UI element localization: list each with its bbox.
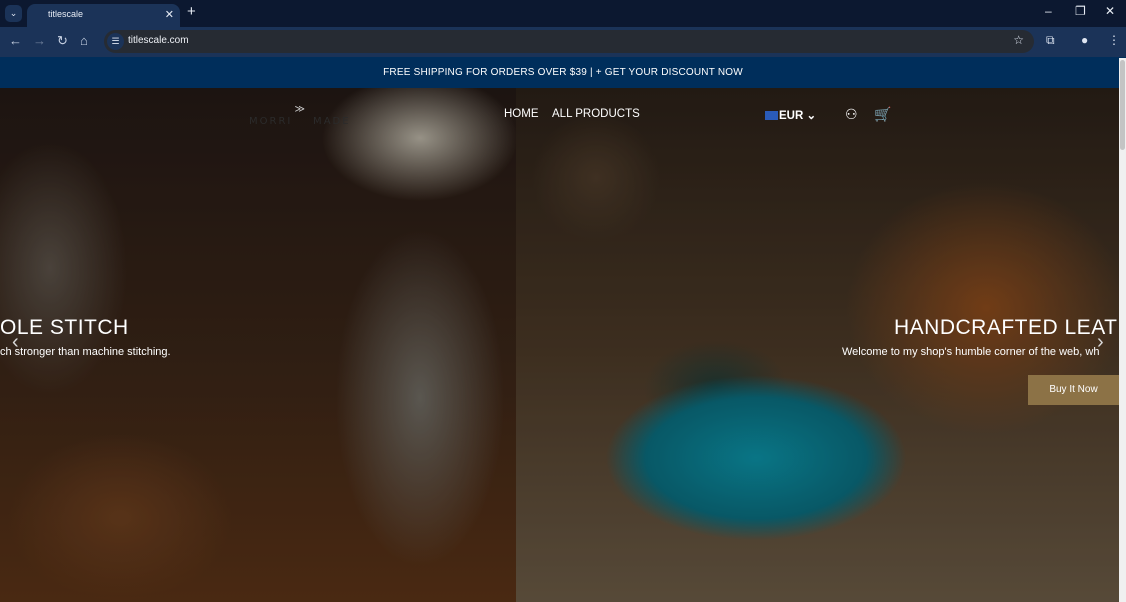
- browser-tab-strip: ⌄ titlescale ✕ + – ❐ ✕: [0, 0, 1126, 27]
- url-text: titlescale.com: [128, 35, 189, 46]
- scrollbar-thumb[interactable]: [1120, 60, 1125, 150]
- new-tab-button[interactable]: +: [187, 3, 196, 20]
- restore-icon[interactable]: ❐: [1075, 4, 1086, 18]
- close-tab-icon[interactable]: ✕: [165, 8, 174, 21]
- tab-search-button[interactable]: ⌄: [5, 5, 22, 22]
- address-bar[interactable]: ☰ titlescale.com ☆: [104, 30, 1034, 53]
- slide-title: OLE STITCH: [0, 316, 129, 339]
- forward-icon[interactable]: →: [33, 33, 46, 48]
- extensions-icon[interactable]: ⧉: [1046, 33, 1055, 48]
- logo[interactable]: ≫ MORRI MADE: [249, 104, 351, 127]
- slide-subtitle: Welcome to my shop's humble corner of th…: [842, 346, 1100, 358]
- account-icon[interactable]: ⚇: [845, 106, 858, 123]
- browser-tab[interactable]: titlescale ✕: [27, 4, 180, 27]
- logo-mark-icon: ≫: [294, 104, 305, 115]
- nav-home[interactable]: HOME: [504, 108, 539, 120]
- menu-icon[interactable]: ⋮: [1108, 33, 1120, 47]
- nav-all-products[interactable]: ALL PRODUCTS: [552, 108, 640, 120]
- home-icon[interactable]: ⌂: [80, 33, 88, 48]
- back-icon[interactable]: ←: [9, 33, 22, 48]
- announcement-bar[interactable]: FREE SHIPPING FOR ORDERS OVER $39 | + GE…: [0, 57, 1126, 88]
- site-info-icon[interactable]: ☰: [107, 33, 124, 50]
- slide-title: HANDCRAFTED LEAT: [894, 316, 1118, 339]
- chevron-down-icon: ⌄: [806, 110, 817, 122]
- tab-title: titlescale: [48, 9, 84, 19]
- page-scrollbar[interactable]: [1119, 58, 1126, 602]
- slide-image-stitching: [0, 88, 516, 602]
- currency-selector[interactable]: EUR ⌄: [765, 108, 816, 122]
- next-slide-icon[interactable]: ›: [1097, 331, 1104, 354]
- minimize-icon[interactable]: –: [1045, 4, 1052, 18]
- eu-flag-icon: [765, 111, 778, 121]
- hero-slider: ≫ MORRI MADE HOME ALL PRODUCTS EUR ⌄ ⚇ 🛒 …: [0, 88, 1119, 602]
- cart-icon[interactable]: 🛒: [874, 106, 891, 123]
- slide-image-leather: [516, 88, 1119, 602]
- profile-icon[interactable]: ●: [1081, 33, 1088, 47]
- close-window-icon[interactable]: ✕: [1105, 4, 1115, 18]
- slide-subtitle: ch stronger than machine stitching.: [0, 346, 171, 358]
- bookmark-star-icon[interactable]: ☆: [1013, 33, 1024, 47]
- prev-slide-icon[interactable]: ‹: [12, 331, 19, 354]
- browser-toolbar: ← → ↻ ⌂ ☰ titlescale.com ☆ ⧉ ● ⋮: [0, 27, 1126, 57]
- buy-it-now-button[interactable]: Buy It Now: [1028, 375, 1119, 405]
- reload-icon[interactable]: ↻: [57, 33, 68, 49]
